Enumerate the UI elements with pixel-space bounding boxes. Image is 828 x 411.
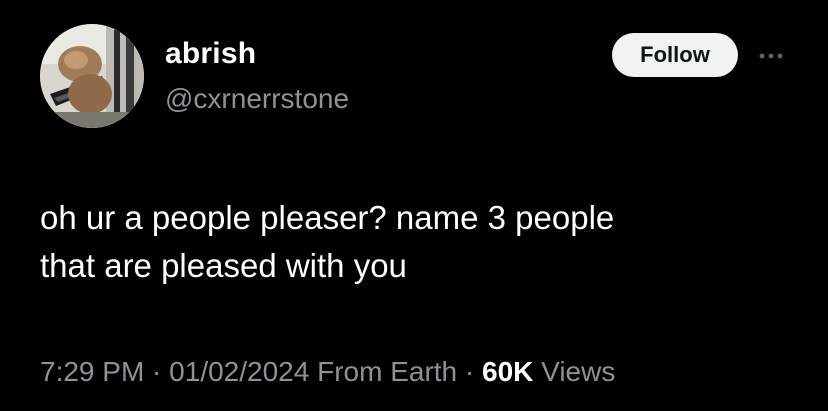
tweet-text-line: that are pleased with you	[40, 247, 407, 284]
tweet-card: abrish @cxrnerrstone Follow oh ur a peop…	[0, 0, 828, 411]
tweet-time[interactable]: 7:29 PM	[40, 356, 144, 387]
more-dots-icon[interactable]	[754, 46, 788, 66]
meta-separator: ·	[144, 356, 170, 387]
follow-button[interactable]: Follow	[612, 33, 738, 77]
tweet-date[interactable]: 01/02/2024	[169, 356, 309, 387]
tweet-source: From Earth	[309, 356, 458, 387]
avatar[interactable]	[40, 24, 144, 128]
views-count[interactable]: 60K	[482, 356, 533, 387]
tweet-text: oh ur a people pleaser? name 3 people th…	[40, 194, 800, 290]
views-label: Views	[533, 356, 616, 387]
user-handle[interactable]: @cxrnerrstone	[165, 82, 349, 116]
avatar-photo-icon	[40, 24, 144, 128]
meta-separator: ·	[457, 356, 483, 387]
display-name[interactable]: abrish	[165, 36, 256, 72]
tweet-text-line: oh ur a people pleaser? name 3 people	[40, 199, 615, 236]
tweet-meta: 7:29 PM · 01/02/2024 From Earth · 60K Vi…	[40, 352, 615, 392]
